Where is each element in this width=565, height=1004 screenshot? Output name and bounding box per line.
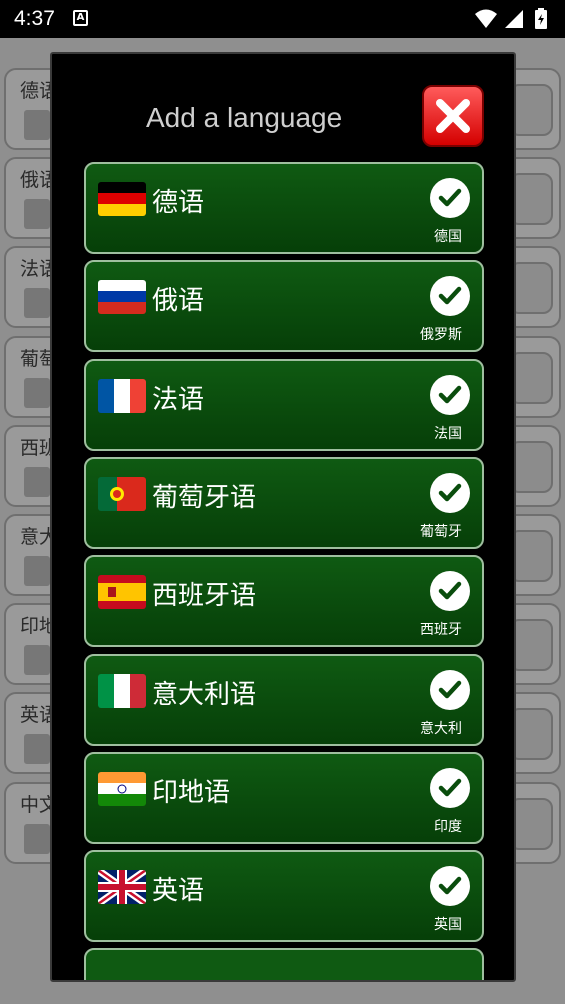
checkmark-icon[interactable] <box>430 571 470 612</box>
language-item-ru[interactable]: 俄语俄罗斯 <box>84 260 484 353</box>
country-name: 西班牙 <box>420 622 462 639</box>
notification-a-icon: A <box>73 10 88 26</box>
language-item-es[interactable]: 西班牙语西班牙 <box>84 555 484 648</box>
flag-icon <box>24 110 50 140</box>
language-item-fr[interactable]: 法语法国 <box>84 358 484 451</box>
country-name: 俄罗斯 <box>420 327 462 344</box>
flag-it-icon <box>98 673 146 708</box>
language-name: 德语 <box>152 188 205 218</box>
language-name: 英语 <box>152 876 205 907</box>
flag-icon <box>24 199 50 229</box>
country-name: 印度 <box>434 818 462 835</box>
checkmark-icon[interactable] <box>430 669 470 710</box>
flag-icon <box>24 734 50 764</box>
flag-icon <box>24 288 50 318</box>
language-name: 葡萄牙语 <box>152 482 257 513</box>
flag-in-icon <box>98 771 146 806</box>
country-name: 英国 <box>434 917 462 934</box>
language-name: 俄语 <box>152 286 205 317</box>
flag-icon <box>24 378 50 408</box>
flag-icon <box>24 556 50 586</box>
country-name: 葡萄牙 <box>420 523 462 540</box>
language-item-de[interactable]: 德语德国 <box>84 162 484 254</box>
battery-icon <box>535 8 547 29</box>
status-bar: 4:37 A <box>0 0 565 38</box>
checkmark-icon[interactable] <box>430 374 470 415</box>
language-name: 意大利语 <box>152 679 257 710</box>
close-x-icon <box>436 99 470 133</box>
flag-fr-icon <box>98 378 146 413</box>
checkmark-icon[interactable] <box>430 767 470 808</box>
wifi-icon <box>475 9 497 28</box>
language-name: 法语 <box>152 384 205 415</box>
flag-icon <box>24 467 50 497</box>
country-name: 法国 <box>434 425 462 442</box>
flag-es-icon <box>98 575 146 610</box>
flag-de-icon <box>98 182 146 216</box>
checkmark-icon[interactable] <box>430 472 470 513</box>
language-name: 印地语 <box>152 777 231 808</box>
country-name: 意大利 <box>420 720 462 737</box>
flag-pt-icon <box>98 476 146 511</box>
language-name: 西班牙语 <box>152 581 257 612</box>
language-item-in[interactable]: 印地语印度 <box>84 751 484 844</box>
dialog-title: Add a language <box>146 102 343 133</box>
language-item-gb[interactable]: 英语英国 <box>84 850 484 943</box>
status-icons <box>473 8 553 34</box>
checkmark-icon[interactable] <box>430 178 470 218</box>
country-name: 德国 <box>434 229 462 245</box>
close-button[interactable] <box>422 85 484 147</box>
signal-icon <box>505 10 523 28</box>
status-time: 4:37 <box>14 7 55 30</box>
language-item-partial[interactable] <box>84 948 484 980</box>
language-item-it[interactable]: 意大利语意大利 <box>84 653 484 746</box>
language-item-pt[interactable]: 葡萄牙语葡萄牙 <box>84 456 484 549</box>
add-language-dialog: Add a language 德语 德国 俄语 俄罗斯 法语 法国 葡萄牙语 葡萄牙 西班牙语西… <box>50 52 516 982</box>
checkmark-icon[interactable] <box>430 866 470 907</box>
flag-icon <box>24 645 50 675</box>
flag-gb-icon <box>98 870 146 905</box>
checkmark-icon[interactable] <box>430 276 470 317</box>
flag-icon <box>24 824 50 854</box>
flag-ru-icon <box>98 280 146 315</box>
